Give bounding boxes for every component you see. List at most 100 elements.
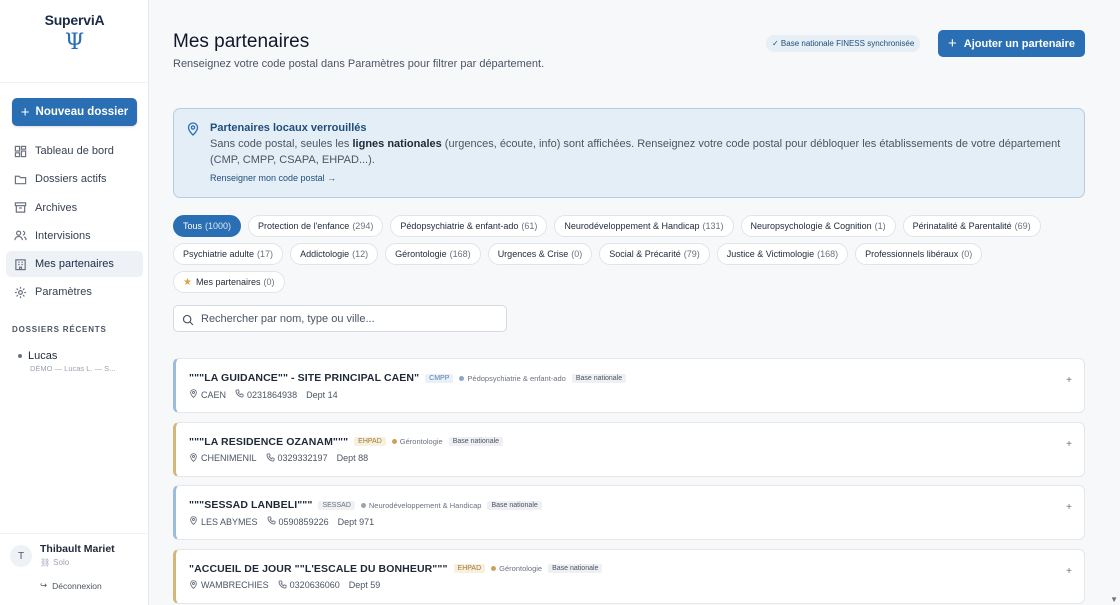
search-input[interactable] — [201, 312, 491, 325]
partner-category: Neurodéveloppement & Handicap — [360, 501, 481, 510]
filter-chip-count: (0) — [263, 277, 275, 287]
user-plan: ⛓ Solo — [40, 558, 69, 567]
sidebar-item-partners[interactable]: Mes partenaires — [6, 251, 143, 278]
filter-chip-label: Neuropsychologie & Cognition — [750, 221, 872, 231]
partner-dept: Dept 59 — [348, 580, 381, 590]
partner-card[interactable]: """LA RESIDENCE OZANAM""" EHPAD Gérontolog… — [173, 421, 1085, 477]
filter-chip[interactable]: ★ Mes partenaires (0) — [173, 271, 285, 293]
filter-chip[interactable]: Périnatalité & Parentalité (69) — [902, 215, 1041, 237]
add-to-my-partners-icon[interactable]: + — [1066, 502, 1072, 513]
partner-category: Gérontologie — [391, 437, 443, 446]
partner-type-badge: EHPAD — [354, 437, 386, 446]
base-nationale-badge: Base nationale — [571, 373, 627, 383]
filter-chip-label: Professionnels libéraux — [865, 249, 959, 259]
phone-icon — [267, 516, 276, 527]
filter-chip[interactable]: Neurodéveloppement & Handicap (131) — [554, 215, 734, 237]
bullet-icon — [18, 354, 22, 358]
filter-chip-label: Gérontologie — [395, 249, 447, 259]
filter-chip-label: Périnatalité & Parentalité — [912, 221, 1012, 231]
filter-chip[interactable]: Neuropsychologie & Cognition (1) — [740, 215, 896, 237]
sidebar-item-label: Mes partenaires — [35, 258, 114, 271]
phone-icon — [266, 453, 275, 464]
recent-dossier-name: Lucas — [28, 350, 58, 362]
add-to-my-partners-icon[interactable]: + — [1066, 566, 1072, 577]
filter-chip-count: (61) — [521, 221, 538, 231]
partner-name: """LA RESIDENCE OZANAM""" — [189, 435, 349, 448]
partner-dept: Dept 88 — [336, 453, 369, 463]
filter-chip[interactable]: Social & Précarité (79) — [599, 243, 710, 265]
sidebar-item-active-dossiers[interactable]: Dossiers actifs — [6, 166, 143, 192]
sidebar-item-label: Archives — [35, 201, 78, 214]
recent-dossier-item[interactable]: Lucas DÉMO — Lucas L. — S... — [18, 350, 115, 373]
add-to-my-partners-icon[interactable]: + — [1066, 375, 1072, 386]
add-to-my-partners-icon[interactable]: + — [1066, 439, 1072, 450]
partner-name: """SESSAD LANBELI""" — [189, 499, 313, 511]
filter-chip-label: Addictologie — [300, 249, 350, 259]
filter-chip[interactable]: Protection de l'enfance (294) — [248, 215, 384, 237]
partner-name: "ACCUEIL DE JOUR ""L'ESCALE DU BONHEUR""… — [189, 562, 448, 575]
sidebar-item-label: Paramètres — [35, 286, 92, 299]
filter-chip[interactable]: Gérontologie (168) — [385, 243, 481, 265]
partner-type-badge: SESSAD — [318, 500, 355, 510]
sync-status-badge: ✓ Base nationale FINESS synchronisée — [766, 35, 921, 52]
base-nationale-badge: Base nationale — [487, 500, 542, 510]
filter-chip-label: Justice & Victimologie — [726, 249, 815, 259]
category-dot-icon — [391, 439, 397, 444]
add-partner-label: Ajouter un partenaire — [963, 37, 1075, 50]
filter-chip-count: (12) — [352, 249, 369, 259]
partner-phone[interactable]: 0329332197 — [266, 453, 328, 464]
partner-card[interactable]: "ACCUEIL DE JOUR ""L'ESCALE DU BONHEUR""… — [173, 548, 1085, 604]
filter-chip[interactable]: Professionnels libéraux (0) — [855, 243, 983, 265]
logout-button[interactable]: ↪ Déconnexion — [40, 580, 102, 591]
sidebar-item-archives[interactable]: Archives — [6, 195, 143, 221]
alert-text: Sans code postal, seules les lignes nati… — [210, 138, 1061, 166]
recent-dossiers-title: DOSSIERS RÉCENTS — [12, 325, 107, 334]
sidebar-item-settings[interactable]: Paramètres — [6, 279, 143, 305]
building-icon — [14, 258, 27, 271]
sidebar-item-label: Intervisions — [35, 229, 91, 242]
brand[interactable]: SuperviA Ψ — [0, 12, 149, 54]
new-dossier-button[interactable]: + Nouveau dossier — [12, 98, 137, 126]
filter-chip-label: Tous — [183, 221, 203, 231]
page-title: Mes partenaires — [173, 31, 310, 52]
partner-type-badge: EHPAD — [453, 564, 486, 573]
divider — [0, 533, 149, 534]
search-icon — [182, 313, 194, 325]
star-icon: ★ — [183, 276, 192, 288]
filter-chip-count: (168) — [817, 249, 839, 259]
partner-card[interactable]: """LA GUIDANCE"" - SITE PRINCIPAL CAEN" C… — [173, 358, 1085, 413]
search-box[interactable] — [173, 305, 507, 332]
dashboard-icon — [14, 145, 27, 158]
base-nationale-badge: Base nationale — [548, 564, 603, 573]
partner-phone[interactable]: 0590859226 — [267, 516, 329, 527]
set-postal-code-link[interactable]: Renseigner mon code postal → — [210, 173, 336, 183]
filter-chip[interactable]: Urgences & Crise (0) — [487, 243, 593, 265]
filter-chip[interactable]: Pédopsychiatrie & enfant-ado (61) — [390, 215, 548, 237]
users-icon — [14, 229, 27, 242]
filter-chip[interactable]: Tous (1000) — [173, 215, 242, 237]
filter-chip-label: Protection de l'enfance — [258, 221, 350, 231]
filter-chip-count: (1) — [874, 221, 886, 231]
sidebar-item-dashboard[interactable]: Tableau de bord — [6, 138, 143, 164]
filter-chip-label: Pédopsychiatrie & enfant-ado — [400, 221, 519, 231]
gear-icon — [14, 286, 27, 299]
partner-phone[interactable]: 0320636060 — [278, 580, 340, 591]
map-pin-icon — [189, 452, 198, 464]
filter-chip-count: (79) — [683, 249, 700, 259]
filter-chip[interactable]: Psychiatrie adulte (17) — [173, 243, 284, 265]
add-partner-button[interactable]: + Ajouter un partenaire — [938, 30, 1085, 57]
partner-list: """LA GUIDANCE"" - SITE PRINCIPAL CAEN" C… — [173, 358, 1085, 605]
user-name: Thibault Mariet — [40, 543, 115, 555]
plus-icon: + — [20, 103, 30, 121]
filter-chip[interactable]: Addictologie (12) — [290, 243, 379, 265]
partner-phone[interactable]: 0231864938 — [235, 389, 297, 400]
filter-chip-label: Social & Précarité — [609, 249, 681, 259]
sidebar-item-intervisions[interactable]: Intervisions — [6, 223, 143, 249]
partner-card[interactable]: """SESSAD LANBELI""" SESSAD Neurodéveloppe… — [173, 485, 1085, 540]
scroll-down-icon[interactable]: ▼ — [1110, 595, 1118, 604]
partner-city: WAMBRECHIES — [189, 579, 269, 591]
map-pin-icon — [186, 122, 200, 136]
sidebar-item-label: Dossiers actifs — [35, 173, 107, 186]
filter-chip[interactable]: Justice & Victimologie (168) — [716, 243, 849, 265]
locked-partners-alert: Partenaires locaux verrouillés Sans code… — [173, 108, 1085, 198]
